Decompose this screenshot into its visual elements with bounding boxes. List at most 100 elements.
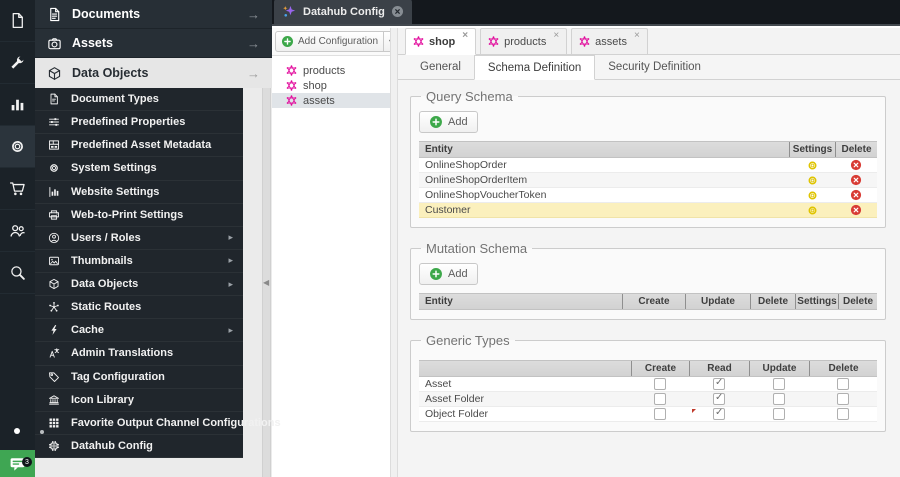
tab-datahub-config[interactable]: Datahub Config — [274, 0, 412, 24]
create-checkbox[interactable] — [654, 393, 666, 405]
update-checkbox[interactable] — [773, 378, 785, 390]
gear-icon[interactable] — [0, 126, 35, 168]
tab-products[interactable]: products × — [480, 28, 568, 54]
query-row-onlineshoporderitem[interactable]: OnlineShopOrderItem — [419, 173, 877, 188]
entity-cell: OnlineShopOrder — [425, 159, 507, 171]
tab-general[interactable]: General — [407, 54, 474, 79]
column-header-read[interactable]: Read — [689, 361, 749, 376]
query-row-onlineshoporder[interactable]: OnlineShopOrder — [419, 158, 877, 173]
read-checkbox[interactable] — [713, 392, 725, 405]
add-configuration-label: Add Configuration — [298, 36, 379, 47]
menu-item-favorite-output-channel-configurations[interactable]: Favorite Output Channel Configurations — [35, 412, 281, 435]
menu-item-datahub-config[interactable]: Datahub Config — [35, 435, 243, 458]
chat-badge: 3 — [22, 457, 32, 467]
close-tab-icon[interactable]: × — [634, 29, 640, 43]
update-checkbox[interactable] — [773, 393, 785, 405]
users-icon[interactable] — [0, 210, 35, 252]
query-add-button[interactable]: Add — [419, 111, 478, 133]
delete-checkbox[interactable] — [837, 393, 849, 405]
column-header-delete-2[interactable]: Delete — [838, 294, 877, 309]
update-checkbox[interactable] — [773, 408, 785, 420]
tab-security-definition[interactable]: Security Definition — [595, 54, 714, 79]
tab-assets[interactable]: assets × — [571, 28, 648, 54]
query-row-onlineshopvouchertoken[interactable]: OnlineShopVoucherToken — [419, 188, 877, 203]
nav-data-objects[interactable]: Data Objects → — [35, 58, 272, 88]
menu-item-predefined-asset-metadata[interactable]: Predefined Asset Metadata — [35, 134, 243, 158]
settings-gear-icon[interactable] — [807, 175, 818, 186]
menu-item-thumbnails[interactable]: Thumbnails ▸ — [35, 250, 243, 273]
menu-item-website-settings[interactable]: Website Settings — [35, 181, 243, 204]
generic-row-asset[interactable]: Asset — [419, 377, 877, 392]
chevron-right-icon: ▸ — [228, 324, 233, 335]
menu-item-static-routes[interactable]: Static Routes — [35, 296, 243, 320]
collapse-left-icon[interactable]: ◀ — [263, 278, 269, 287]
menu-item-system-settings[interactable]: System Settings — [35, 157, 243, 181]
cart-icon[interactable] — [0, 168, 35, 210]
main-panel: shop × products × assets × General Schema Defi… — [398, 28, 900, 477]
read-checkbox[interactable] — [713, 377, 725, 390]
tree-item-assets[interactable]: assets — [272, 93, 390, 108]
menu-item-document-types[interactable]: Document Types — [35, 88, 243, 112]
mutation-add-button[interactable]: Add — [419, 263, 478, 285]
chat-icon: 3 — [9, 455, 32, 472]
query-schema-table: Entity Settings Delete OnlineShopOrder Onli… — [419, 141, 877, 218]
create-checkbox[interactable] — [654, 378, 666, 390]
entity-cell: OnlineShopVoucherToken — [425, 189, 547, 201]
delete-checkbox[interactable] — [837, 408, 849, 420]
nav-documents[interactable]: Documents → — [35, 0, 272, 29]
tree-main-splitter[interactable] — [390, 28, 398, 477]
delete-icon[interactable] — [850, 174, 862, 186]
menu-item-data-objects[interactable]: Data Objects ▸ — [35, 273, 243, 297]
file-icon[interactable] — [0, 0, 35, 42]
search-icon[interactable] — [0, 252, 35, 294]
generic-row-object-folder[interactable]: Object Folder — [419, 407, 877, 422]
chat-button[interactable]: 3 — [0, 450, 35, 477]
column-header-settings[interactable]: Settings — [789, 142, 835, 157]
settings-gear-icon[interactable] — [807, 205, 818, 216]
column-header-settings[interactable]: Settings — [795, 294, 838, 309]
menu-item-users-roles[interactable]: Users / Roles ▸ — [35, 227, 243, 250]
create-checkbox[interactable] — [654, 408, 666, 420]
column-header-update[interactable]: Update — [749, 361, 809, 376]
column-header-entity[interactable]: Entity — [419, 294, 622, 309]
column-header-entity[interactable]: Entity — [419, 142, 789, 157]
generic-types-fieldset: Generic Types Create Read Update Delete Asse… — [410, 333, 886, 432]
menu-item-web-to-print-settings[interactable]: Web-to-Print Settings — [35, 204, 243, 227]
nav-assets[interactable]: Assets → — [35, 29, 272, 58]
menu-item-cache[interactable]: Cache ▸ — [35, 319, 243, 343]
column-header-create[interactable]: Create — [631, 361, 689, 376]
delete-icon[interactable] — [850, 159, 862, 171]
entity-cell: Customer — [425, 204, 471, 216]
tab-shop[interactable]: shop × — [405, 28, 477, 55]
generic-row-asset-folder[interactable]: Asset Folder — [419, 392, 877, 407]
column-header-delete[interactable]: Delete — [750, 294, 795, 309]
tree-item-products[interactable]: products — [272, 63, 390, 78]
plus-icon — [429, 115, 443, 129]
column-header-delete[interactable]: Delete — [809, 361, 877, 376]
column-header-delete[interactable]: Delete — [835, 142, 877, 157]
chevron-right-icon: ▸ — [228, 278, 233, 289]
column-header-update[interactable]: Update — [685, 294, 750, 309]
pimcore-admin-app: 3 Documents → Assets → Data Objects → Documen… — [0, 0, 900, 477]
delete-icon[interactable] — [850, 189, 862, 201]
delete-icon[interactable] — [850, 204, 862, 216]
menu-item-icon-library[interactable]: Icon Library — [35, 389, 243, 412]
close-tab-icon[interactable]: × — [553, 29, 559, 43]
tab-schema-definition[interactable]: Schema Definition — [473, 55, 596, 80]
chart-icon[interactable] — [0, 84, 35, 126]
tree-item-shop[interactable]: shop — [272, 78, 390, 93]
status-dot — [14, 428, 20, 434]
settings-gear-icon[interactable] — [807, 160, 818, 171]
delete-checkbox[interactable] — [837, 378, 849, 390]
menu-item-admin-translations[interactable]: Admin Translations — [35, 342, 243, 366]
query-row-customer[interactable]: Customer — [419, 203, 877, 218]
close-tab-icon[interactable]: × — [462, 29, 468, 43]
menu-item-tag-configuration[interactable]: Tag Configuration — [35, 366, 243, 389]
column-header-create[interactable]: Create — [622, 294, 685, 309]
menu-item-predefined-properties[interactable]: Predefined Properties — [35, 111, 243, 135]
settings-gear-icon[interactable] — [807, 190, 818, 201]
close-tab-icon[interactable] — [391, 5, 404, 18]
add-configuration-button[interactable]: Add Configuration — [275, 31, 385, 52]
wrench-icon[interactable] — [0, 42, 35, 84]
read-checkbox[interactable] — [713, 407, 725, 420]
